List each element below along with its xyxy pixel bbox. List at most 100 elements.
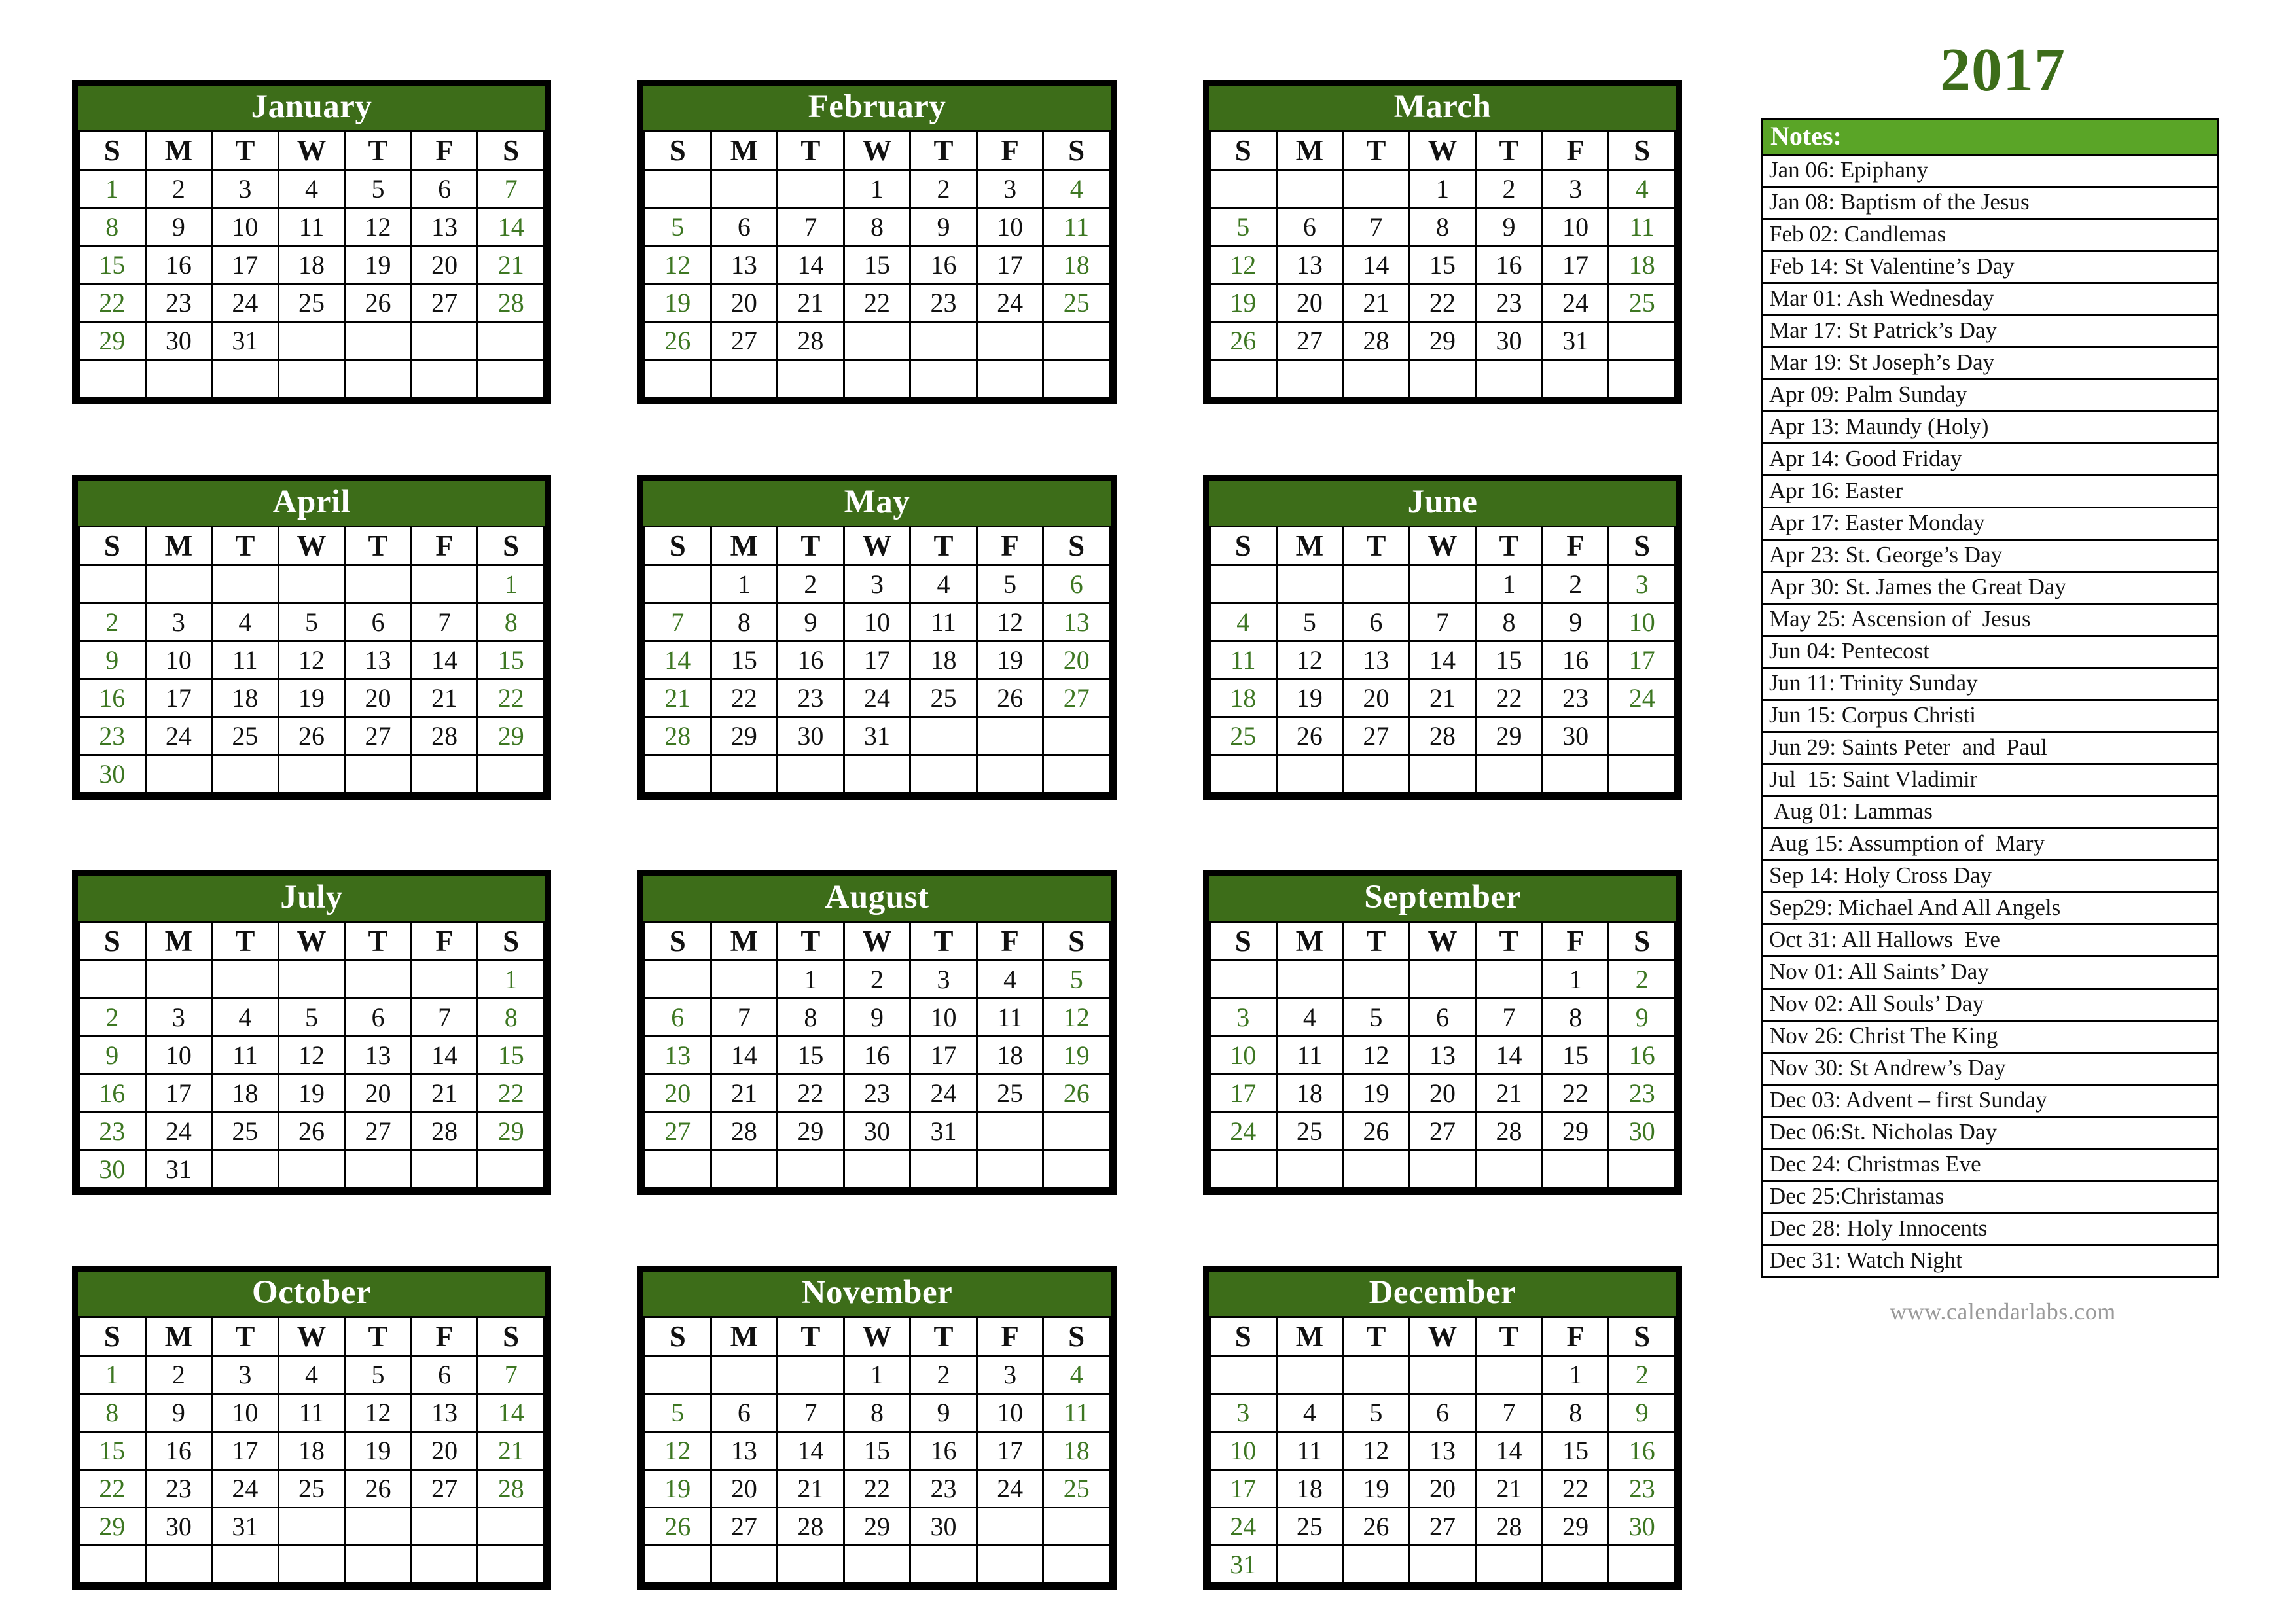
day-cell[interactable]: 5 bbox=[1209, 207, 1278, 247]
day-cell[interactable]: 23 bbox=[1607, 1469, 1676, 1509]
day-cell[interactable]: 24 bbox=[842, 678, 912, 719]
day-cell[interactable]: 27 bbox=[1275, 321, 1344, 361]
day-cell[interactable]: 12 bbox=[975, 602, 1045, 643]
day-cell[interactable]: 2 bbox=[909, 1355, 978, 1395]
day-cell[interactable]: 22 bbox=[1541, 1073, 1610, 1114]
day-cell[interactable]: 13 bbox=[344, 1035, 412, 1076]
day-cell[interactable]: 15 bbox=[1541, 1035, 1610, 1076]
day-cell[interactable]: 28 bbox=[476, 283, 545, 323]
day-cell[interactable]: 23 bbox=[842, 1073, 912, 1114]
day-cell[interactable]: 18 bbox=[277, 245, 346, 285]
day-cell[interactable]: 25 bbox=[975, 1073, 1045, 1114]
day-cell[interactable]: 6 bbox=[410, 1355, 479, 1395]
day-cell[interactable]: 15 bbox=[1541, 1431, 1610, 1471]
day-cell[interactable]: 4 bbox=[211, 997, 279, 1038]
day-cell[interactable]: 9 bbox=[144, 207, 213, 247]
day-cell[interactable]: 30 bbox=[1541, 716, 1610, 757]
day-cell[interactable]: 18 bbox=[1275, 1073, 1344, 1114]
day-cell[interactable]: 7 bbox=[410, 997, 479, 1038]
day-cell[interactable]: 31 bbox=[1209, 1544, 1278, 1585]
day-cell[interactable]: 29 bbox=[1541, 1507, 1610, 1547]
day-cell[interactable]: 24 bbox=[1541, 283, 1610, 323]
day-cell[interactable]: 25 bbox=[909, 678, 978, 719]
day-cell[interactable]: 19 bbox=[1342, 1469, 1410, 1509]
day-cell[interactable]: 11 bbox=[277, 1393, 346, 1433]
day-cell[interactable]: 31 bbox=[1541, 321, 1610, 361]
day-cell[interactable]: 14 bbox=[776, 1431, 845, 1471]
day-cell[interactable]: 21 bbox=[410, 678, 479, 719]
day-cell[interactable]: 2 bbox=[144, 169, 213, 209]
day-cell[interactable]: 13 bbox=[709, 1431, 779, 1471]
day-cell[interactable]: 7 bbox=[476, 169, 545, 209]
day-cell[interactable]: 22 bbox=[709, 678, 779, 719]
day-cell[interactable]: 4 bbox=[1042, 1355, 1111, 1395]
day-cell[interactable]: 15 bbox=[476, 1035, 545, 1076]
day-cell[interactable]: 22 bbox=[476, 678, 545, 719]
day-cell[interactable]: 7 bbox=[776, 1393, 845, 1433]
day-cell[interactable]: 9 bbox=[144, 1393, 213, 1433]
day-cell[interactable]: 9 bbox=[1607, 1393, 1676, 1433]
day-cell[interactable]: 2 bbox=[78, 997, 147, 1038]
day-cell[interactable]: 19 bbox=[975, 640, 1045, 681]
day-cell[interactable]: 20 bbox=[1275, 283, 1344, 323]
day-cell[interactable]: 28 bbox=[1408, 716, 1477, 757]
day-cell[interactable]: 24 bbox=[144, 716, 213, 757]
day-cell[interactable]: 8 bbox=[476, 997, 545, 1038]
day-cell[interactable]: 25 bbox=[1042, 1469, 1111, 1509]
day-cell[interactable]: 8 bbox=[1541, 997, 1610, 1038]
day-cell[interactable]: 30 bbox=[78, 1149, 147, 1190]
day-cell[interactable]: 25 bbox=[1607, 283, 1676, 323]
day-cell[interactable]: 8 bbox=[476, 602, 545, 643]
day-cell[interactable]: 21 bbox=[1342, 283, 1410, 323]
day-cell[interactable]: 24 bbox=[144, 1111, 213, 1152]
day-cell[interactable]: 11 bbox=[1275, 1035, 1344, 1076]
day-cell[interactable]: 3 bbox=[975, 1355, 1045, 1395]
day-cell[interactable]: 4 bbox=[1042, 169, 1111, 209]
day-cell[interactable]: 6 bbox=[709, 1393, 779, 1433]
day-cell[interactable]: 21 bbox=[476, 245, 545, 285]
day-cell[interactable]: 16 bbox=[1475, 245, 1543, 285]
day-cell[interactable]: 26 bbox=[1342, 1111, 1410, 1152]
day-cell[interactable]: 16 bbox=[1541, 640, 1610, 681]
day-cell[interactable]: 26 bbox=[1042, 1073, 1111, 1114]
day-cell[interactable]: 13 bbox=[1042, 602, 1111, 643]
day-cell[interactable]: 23 bbox=[909, 1469, 978, 1509]
day-cell[interactable]: 20 bbox=[643, 1073, 712, 1114]
day-cell[interactable]: 29 bbox=[1541, 1111, 1610, 1152]
day-cell[interactable]: 31 bbox=[211, 1507, 279, 1547]
day-cell[interactable]: 8 bbox=[842, 1393, 912, 1433]
day-cell[interactable]: 4 bbox=[211, 602, 279, 643]
day-cell[interactable]: 6 bbox=[709, 207, 779, 247]
day-cell[interactable]: 5 bbox=[344, 169, 412, 209]
day-cell[interactable]: 10 bbox=[1607, 602, 1676, 643]
day-cell[interactable]: 2 bbox=[78, 602, 147, 643]
day-cell[interactable]: 8 bbox=[776, 997, 845, 1038]
day-cell[interactable]: 27 bbox=[410, 283, 479, 323]
day-cell[interactable]: 24 bbox=[1209, 1111, 1278, 1152]
day-cell[interactable]: 29 bbox=[476, 1111, 545, 1152]
day-cell[interactable]: 30 bbox=[1607, 1507, 1676, 1547]
day-cell[interactable]: 27 bbox=[1042, 678, 1111, 719]
day-cell[interactable]: 18 bbox=[975, 1035, 1045, 1076]
day-cell[interactable]: 8 bbox=[842, 207, 912, 247]
day-cell[interactable]: 14 bbox=[1475, 1431, 1543, 1471]
day-cell[interactable]: 3 bbox=[842, 564, 912, 605]
day-cell[interactable]: 29 bbox=[78, 321, 147, 361]
day-cell[interactable]: 1 bbox=[776, 959, 845, 1000]
day-cell[interactable]: 13 bbox=[410, 207, 479, 247]
day-cell[interactable]: 5 bbox=[277, 602, 346, 643]
day-cell[interactable]: 3 bbox=[144, 997, 213, 1038]
day-cell[interactable]: 25 bbox=[1209, 716, 1278, 757]
day-cell[interactable]: 30 bbox=[909, 1507, 978, 1547]
day-cell[interactable]: 26 bbox=[344, 1469, 412, 1509]
day-cell[interactable]: 27 bbox=[344, 1111, 412, 1152]
day-cell[interactable]: 6 bbox=[1342, 602, 1410, 643]
day-cell[interactable]: 20 bbox=[1042, 640, 1111, 681]
day-cell[interactable]: 6 bbox=[1275, 207, 1344, 247]
day-cell[interactable]: 3 bbox=[144, 602, 213, 643]
day-cell[interactable]: 12 bbox=[1275, 640, 1344, 681]
day-cell[interactable]: 19 bbox=[1342, 1073, 1410, 1114]
day-cell[interactable]: 7 bbox=[410, 602, 479, 643]
day-cell[interactable]: 27 bbox=[1408, 1111, 1477, 1152]
day-cell[interactable]: 22 bbox=[78, 283, 147, 323]
